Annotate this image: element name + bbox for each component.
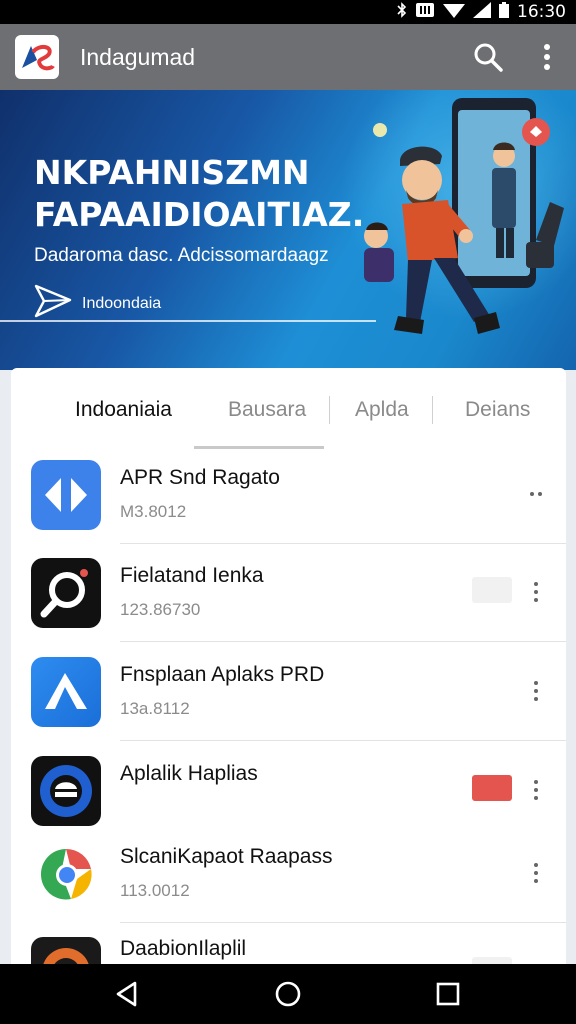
tab-indoaniaia[interactable]: Indoaniaia bbox=[75, 398, 172, 422]
bluetooth-icon bbox=[397, 1, 407, 23]
app-name: Fielatand Ienka bbox=[120, 564, 264, 587]
app-title: Indagumad bbox=[80, 44, 196, 70]
app-meta: 113.0012 bbox=[120, 881, 190, 900]
app-icon-aplalik bbox=[31, 756, 101, 826]
app-logo[interactable] bbox=[15, 35, 59, 79]
paper-plane-icon bbox=[34, 284, 72, 323]
app-icon-fielatand bbox=[31, 558, 101, 628]
more-vert-icon[interactable] bbox=[523, 577, 549, 607]
navigation-bar bbox=[0, 964, 576, 1024]
tab-aplda[interactable]: Aplda bbox=[355, 398, 409, 422]
status-bar: 16:30 bbox=[0, 0, 576, 24]
hero-headline-line1: NKPAHNISZMN bbox=[34, 153, 310, 192]
nfc-icon bbox=[415, 2, 435, 23]
more-vert-icon[interactable] bbox=[523, 858, 549, 888]
hero-headline-line2: FAPAAIDIOAITIAZ. bbox=[34, 195, 365, 234]
tab-bar: Indoaniaia Bausara Aplda Deians bbox=[11, 368, 566, 452]
more-horiz-icon[interactable] bbox=[523, 479, 549, 509]
status-pill[interactable] bbox=[472, 577, 512, 603]
app-icon-apr bbox=[31, 460, 101, 530]
app-name: Fnsplaan Aplaks PRD bbox=[120, 663, 325, 686]
app-list-card: Indoaniaia Bausara Aplda Deians APR Snd … bbox=[11, 368, 566, 978]
app-bar: Indagumad bbox=[0, 24, 576, 90]
status-pill[interactable] bbox=[472, 775, 512, 801]
recents-icon[interactable] bbox=[432, 978, 464, 1010]
app-meta: 123.86730 bbox=[120, 600, 201, 619]
more-vert-icon[interactable] bbox=[523, 676, 549, 706]
home-icon[interactable] bbox=[272, 978, 304, 1010]
hero-brand: Indoondaia bbox=[34, 284, 161, 323]
more-vert-icon[interactable] bbox=[530, 39, 564, 75]
battery-icon bbox=[499, 1, 509, 23]
app-name: DaabionIlaplil bbox=[120, 937, 247, 960]
hero-brand-label: Indoondaia bbox=[82, 294, 162, 312]
app-meta: 13a.8112 bbox=[120, 699, 190, 718]
app-icon-fnsplaan bbox=[31, 657, 101, 727]
signal-icon bbox=[473, 1, 491, 23]
tab-deians[interactable]: Deians bbox=[465, 398, 530, 422]
hero-illustration bbox=[350, 90, 576, 370]
app-name: Aplalik Haplias bbox=[120, 762, 258, 785]
hero-banner[interactable]: NKPAHNISZMN FAPAAIDIOAITIAZ. Dadaroma da… bbox=[0, 90, 576, 370]
hero-headline: NKPAHNISZMN FAPAAIDIOAITIAZ. bbox=[34, 152, 364, 236]
hero-subtitle: Dadaroma dasc. Adcissomardaagz bbox=[34, 245, 329, 266]
app-name: APR Snd Ragato bbox=[120, 466, 280, 489]
list-item[interactable]: Fielatand Ienka 123.86730 bbox=[11, 544, 566, 642]
search-icon[interactable] bbox=[470, 39, 506, 75]
tab-bausara[interactable]: Bausara bbox=[228, 398, 306, 422]
wifi-icon bbox=[443, 2, 465, 23]
tab-separator bbox=[329, 396, 330, 424]
divider bbox=[120, 740, 566, 741]
list-item[interactable]: SlcaniKapaot Raapass 113.0012 bbox=[11, 825, 566, 923]
app-name: SlcaniKapaot Raapass bbox=[120, 845, 333, 868]
more-vert-icon[interactable] bbox=[523, 775, 549, 805]
list-item[interactable]: Fnsplaan Aplaks PRD 13a.8112 bbox=[11, 643, 566, 741]
divider bbox=[120, 641, 566, 642]
status-time: 16:30 bbox=[517, 2, 566, 22]
tab-separator bbox=[432, 396, 433, 424]
back-icon[interactable] bbox=[111, 978, 143, 1010]
app-meta: M3.8012 bbox=[120, 502, 187, 521]
list-item[interactable]: APR Snd Ragato M3.8012 bbox=[11, 446, 566, 544]
hero-divider bbox=[0, 320, 376, 322]
app-icon-slcanikapaot bbox=[31, 839, 101, 909]
